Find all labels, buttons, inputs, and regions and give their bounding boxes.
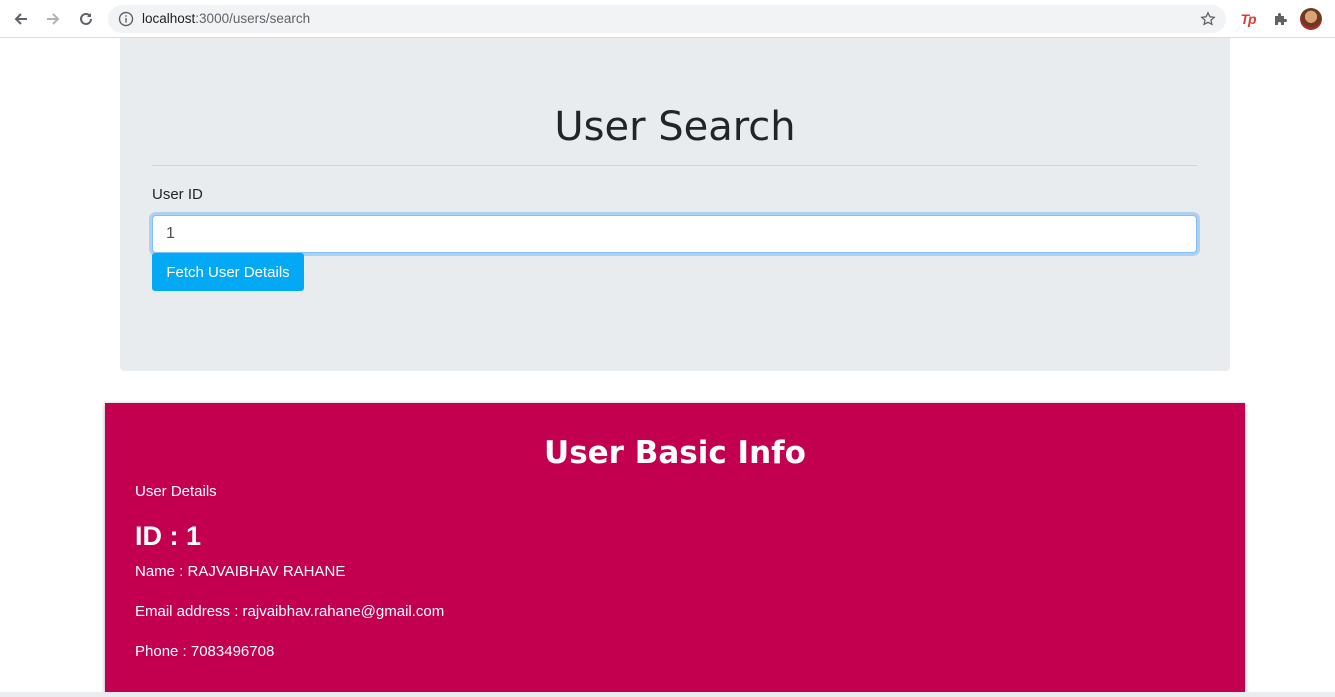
url-text[interactable]: localhost:3000/users/search: [142, 11, 310, 26]
user-id-label: User ID: [152, 186, 203, 203]
page-title: User Search: [554, 104, 796, 150]
user-phone-text: Phone : 7083496708: [135, 643, 275, 660]
address-bar[interactable]: localhost:3000/users/search: [108, 5, 1226, 33]
user-search-card: User Search User ID Fetch User Details: [120, 38, 1230, 371]
profile-avatar[interactable]: [1300, 8, 1322, 30]
bottom-strip: [0, 692, 1335, 697]
user-name-text: Name : RAJVAIBHAV RAHANE: [135, 563, 346, 580]
extensions-puzzle-icon[interactable]: [1270, 9, 1290, 29]
forward-icon[interactable]: [40, 6, 66, 32]
bookmark-star-icon[interactable]: [1200, 11, 1216, 27]
user-email-text: Email address : rajvaibhav.rahane@gmail.…: [135, 603, 445, 620]
fetch-user-details-button[interactable]: Fetch User Details: [152, 253, 304, 291]
extension-tp-icon[interactable]: Tp: [1238, 9, 1258, 29]
site-info-icon[interactable]: [118, 11, 134, 27]
user-id-input[interactable]: [152, 215, 1197, 253]
user-details-label: User Details: [135, 483, 217, 500]
browser-toolbar: localhost:3000/users/search Tp: [0, 0, 1335, 38]
back-icon[interactable]: [8, 6, 34, 32]
user-id-heading: ID : 1: [135, 521, 202, 551]
reload-icon[interactable]: [73, 6, 99, 32]
user-basic-info-card: User Basic Info User Details ID : 1 Name…: [105, 403, 1245, 697]
divider: [152, 165, 1197, 166]
info-title: User Basic Info: [544, 435, 806, 471]
